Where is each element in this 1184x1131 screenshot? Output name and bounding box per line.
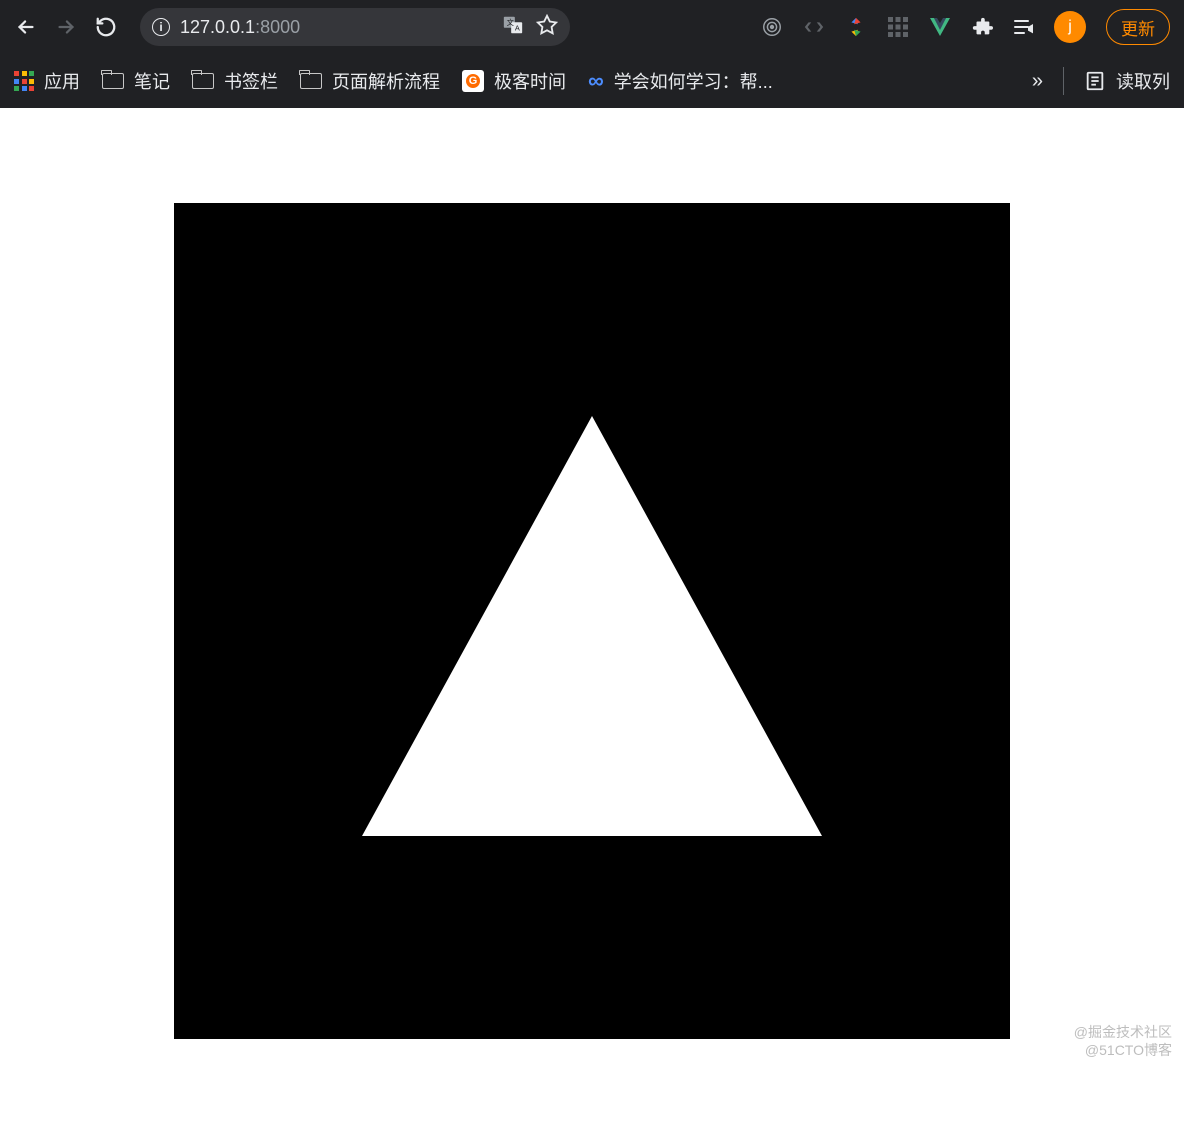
bookmark-label: 极客时间 [494,68,566,94]
divider [1063,67,1064,95]
update-label: 更新 [1121,15,1155,40]
address-bar[interactable]: i 127.0.0.1:8000 文A [140,8,570,46]
media-control-icon[interactable] [1012,15,1036,39]
forward-button[interactable] [48,9,84,45]
extensions-puzzle-icon[interactable] [970,15,994,39]
bookmark-label: 笔记 [134,68,170,94]
canvas-area [174,203,1010,1039]
bookmark-label: 学会如何学习：帮... [614,68,773,94]
reading-list-button[interactable]: 读取列 [1084,68,1170,94]
reading-list-icon [1084,70,1106,92]
site-info-icon[interactable]: i [152,18,170,36]
apps-grid-icon [14,71,34,91]
bookmark-label: 书签栏 [224,68,278,94]
avatar-initial: j [1068,18,1072,36]
update-button[interactable]: 更新 [1106,9,1170,45]
bookmark-geek[interactable]: G 极客时间 [462,68,566,94]
apps-shortcut[interactable]: 应用 [14,68,80,94]
bookmark-learn[interactable]: ∞ 学会如何学习：帮... [588,68,773,94]
white-triangle [362,416,822,836]
watermark-line2: @51CTO博客 [1074,1041,1172,1059]
url-port: :8000 [255,17,300,37]
folder-icon [300,73,322,89]
vue-extension-icon[interactable] [928,15,952,39]
bookmark-label: 页面解析流程 [332,68,440,94]
bookmark-folder-pageparse[interactable]: 页面解析流程 [300,68,440,94]
watermark: @掘金技术社区 @51CTO博客 [1074,1023,1172,1059]
infinity-icon: ∞ [588,68,604,94]
grid-extension-icon[interactable] [886,15,910,39]
bookmark-star-icon[interactable] [536,14,558,41]
browser-toolbar: i 127.0.0.1:8000 文A [0,0,1184,54]
profile-avatar[interactable]: j [1054,11,1086,43]
watermark-line1: @掘金技术社区 [1074,1023,1172,1041]
folder-icon [192,73,214,89]
target-extension-icon[interactable] [760,15,784,39]
devtools-extension-icon[interactable] [802,15,826,39]
apps-label: 应用 [44,68,80,94]
bookmarks-bar: 应用 笔记 书签栏 页面解析流程 G 极客时间 ∞ 学会如何学习：帮... » [0,54,1184,108]
url-text: 127.0.0.1:8000 [180,17,300,38]
reload-button[interactable] [88,9,124,45]
back-button[interactable] [8,9,44,45]
svg-text:A: A [515,23,520,32]
reading-list-label: 读取列 [1116,68,1170,94]
bookmark-folder-bar[interactable]: 书签栏 [192,68,278,94]
extension-icons: j 更新 [760,9,1176,45]
geek-icon: G [462,70,484,92]
url-host: 127.0.0.1 [180,17,255,37]
bookmark-folder-notes[interactable]: 笔记 [102,68,170,94]
bookmarks-overflow-icon[interactable]: » [1032,70,1043,93]
translate-icon[interactable]: 文A [502,14,524,41]
star-extension-icon[interactable] [844,15,868,39]
svg-text:文: 文 [507,18,515,27]
page-content [0,108,1184,1039]
folder-icon [102,73,124,89]
browser-chrome: i 127.0.0.1:8000 文A [0,0,1184,108]
